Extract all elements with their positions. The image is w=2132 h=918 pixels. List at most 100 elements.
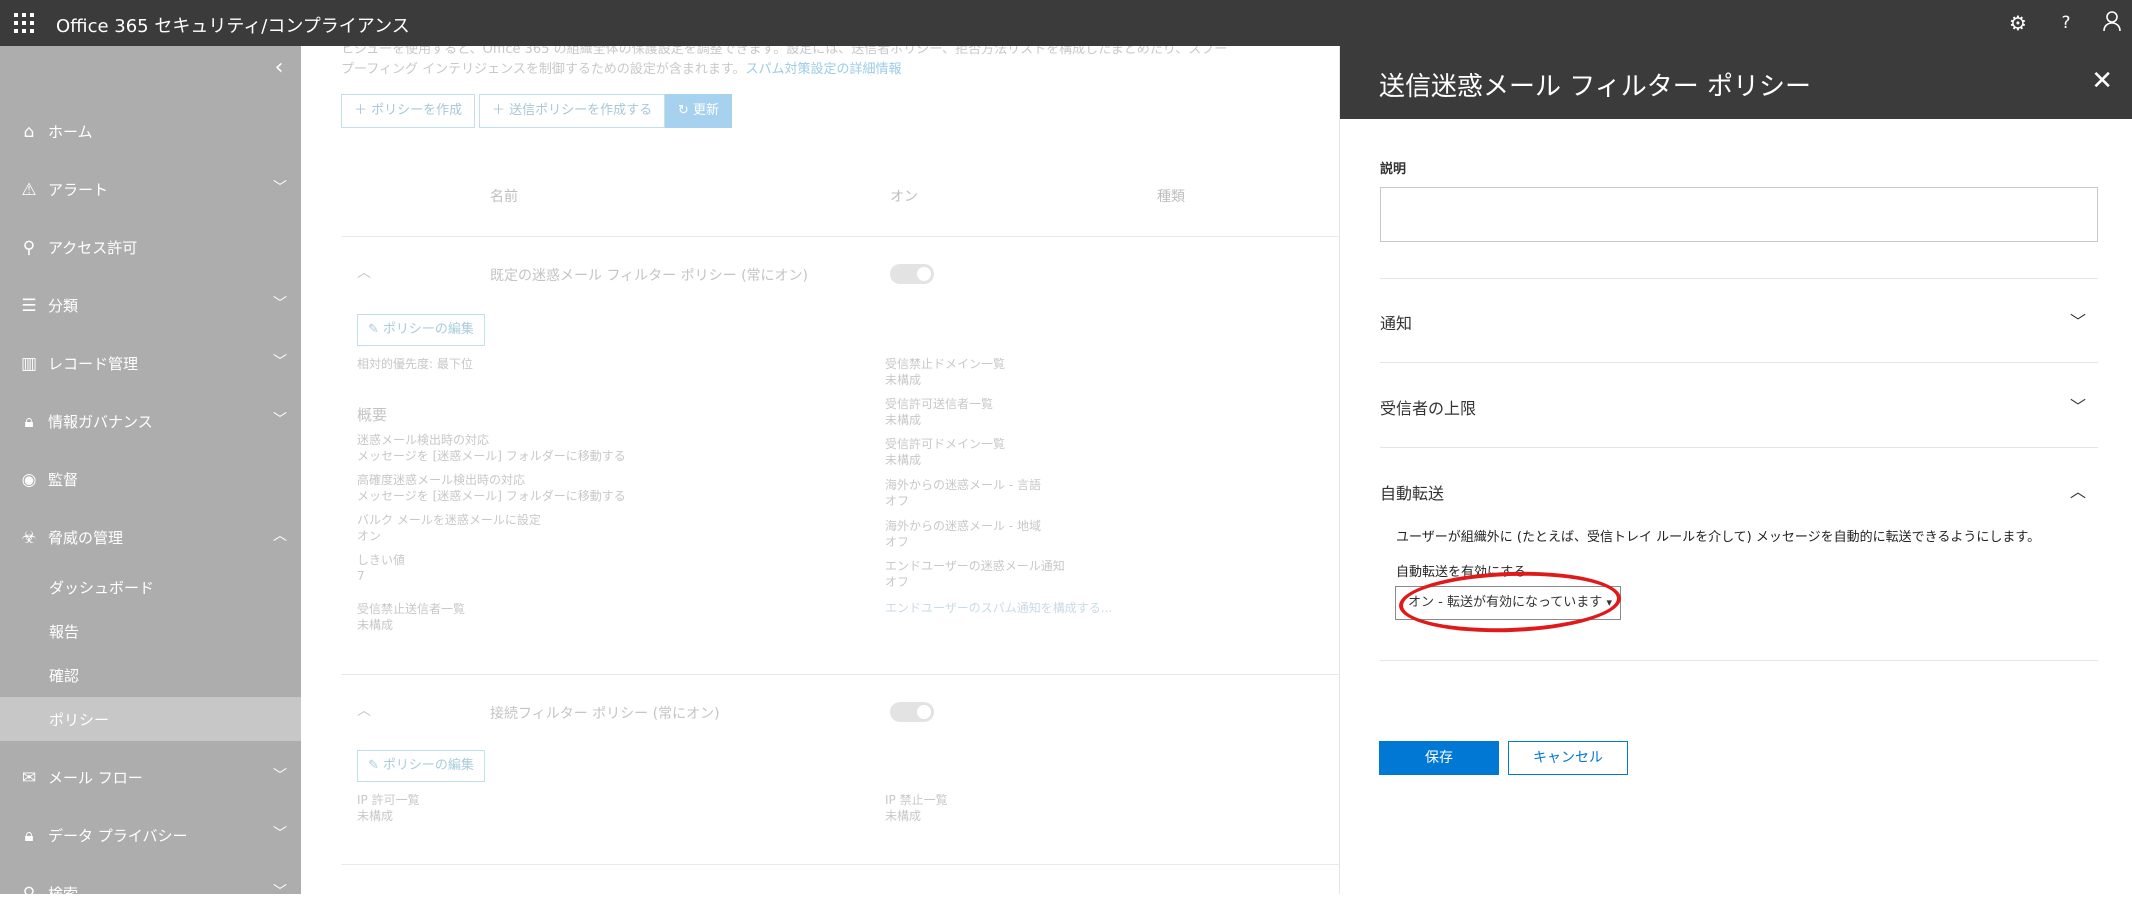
setting-key: IP 許可一覧 xyxy=(357,793,420,807)
question-icon[interactable]: ? xyxy=(2053,10,2079,36)
nav-item-data-privacy[interactable]: 🔒︎ データ プライバシー ﹀ xyxy=(0,810,301,860)
nav-item-label: レコード管理 xyxy=(48,355,139,373)
column-header-on[interactable]: オン xyxy=(890,186,918,206)
people-icon: ⚲ xyxy=(22,238,36,258)
search-icon: ⚲ xyxy=(22,884,36,904)
nav-item-supervision[interactable]: ◉ 監督 xyxy=(0,454,301,504)
nav-item-home[interactable]: ⌂ ホーム xyxy=(0,106,301,156)
setting-key: 受信禁止ドメイン一覧 xyxy=(885,357,1006,371)
save-button[interactable]: 保存 xyxy=(1379,741,1499,775)
divider xyxy=(1380,447,2098,448)
policy-priority: 相対的優先度: 最下位 xyxy=(357,357,473,371)
collapse-nav-icon[interactable]: ‹ xyxy=(269,57,289,79)
sub-item-reports[interactable]: 報告 xyxy=(0,609,301,653)
pencil-icon: ✎ xyxy=(368,758,379,773)
nav-item-threat-management[interactable]: ☣ 脅威の管理 ︿ xyxy=(0,512,301,562)
sub-item-label: ポリシー xyxy=(49,711,110,729)
setting-item: IP 禁止一覧 未構成 xyxy=(885,792,948,824)
description-label: 説明 xyxy=(1380,162,1407,177)
chevron-up-icon[interactable]: ︿ xyxy=(357,262,371,282)
nav-item-label: 分類 xyxy=(48,297,79,315)
column-header-type[interactable]: 種類 xyxy=(1157,186,1185,206)
setting-item: 海外からの迷惑メール - 言語 オフ xyxy=(885,477,1041,509)
setting-value: メッセージを [迷惑メール] フォルダーに移動する xyxy=(357,489,626,503)
policy-toggle[interactable] xyxy=(890,702,934,722)
chevron-down-icon: ﹀ xyxy=(273,826,287,842)
nav-item-label: 監督 xyxy=(48,471,79,489)
column-header-name[interactable]: 名前 xyxy=(490,186,518,206)
intro-line: プーフィング インテリジェンスを制御するための設定が含まれます。スパム対策設定の… xyxy=(341,60,1339,80)
app-launcher-icon[interactable] xyxy=(14,13,34,33)
chevron-up-icon[interactable]: ︿ xyxy=(2070,478,2086,502)
divider xyxy=(1380,660,2098,661)
setting-item: 受信禁止送信者一覧 未構成 xyxy=(357,601,465,633)
create-policy-button[interactable]: ＋ ポリシーを作成 xyxy=(341,94,476,128)
section-notifications[interactable]: 通知 xyxy=(1380,310,1412,334)
nav-item-classification[interactable]: ☰ 分類 ﹀ xyxy=(0,280,301,330)
setting-key: しきい値 xyxy=(357,553,406,567)
create-outbound-policy-button[interactable]: ＋ 送信ポリシーを作成する xyxy=(479,94,666,128)
edit-policy-button[interactable]: ✎ ポリシーの編集 xyxy=(357,750,485,782)
left-navigation: ‹ ⌂ ホーム ⚠ アラート ﹀ ⚲ アクセス許可 ☰ 分類 ﹀ ▥ レコード管… xyxy=(0,46,301,904)
nav-item-permissions[interactable]: ⚲ アクセス許可 xyxy=(0,222,301,272)
setting-key: 海外からの迷惑メール - 言語 xyxy=(885,478,1041,492)
policy-title[interactable]: 接続フィルター ポリシー (常にオン) xyxy=(490,703,720,723)
setting-item: エンドユーザーの迷惑メール通知 オフ xyxy=(885,558,1065,590)
setting-key: 海外からの迷惑メール - 地域 xyxy=(885,519,1041,533)
chevron-down-icon[interactable]: ﹀ xyxy=(2070,393,2086,417)
summary-heading: 概要 xyxy=(357,406,388,424)
pencil-icon: ✎ xyxy=(368,322,379,337)
gear-icon[interactable]: ⚙ xyxy=(2005,10,2031,36)
home-icon: ⌂ xyxy=(23,122,35,142)
refresh-button[interactable]: ↻ 更新 xyxy=(665,94,733,128)
panel-title: 送信迷惑メール フィルター ポリシー xyxy=(1379,72,1812,102)
description-field[interactable] xyxy=(1380,187,2098,242)
setting-item: 迷惑メール検出時の対応 メッセージを [迷惑メール] フォルダーに移動する xyxy=(357,432,626,464)
setting-item: バルク メールを迷惑メールに設定 オン xyxy=(357,512,541,544)
setting-value: 未構成 xyxy=(357,618,394,632)
setting-item: 受信禁止ドメイン一覧 未構成 xyxy=(885,356,1005,388)
setting-value: 7 xyxy=(357,569,365,583)
nav-item-mail-flow[interactable]: ✉ メール フロー ﹀ xyxy=(0,752,301,802)
button-label: ポリシーの編集 xyxy=(382,322,474,337)
section-recipient-limits[interactable]: 受信者の上限 xyxy=(1380,395,1476,419)
chevron-down-icon: ﹀ xyxy=(273,180,287,196)
close-icon[interactable]: ✕ xyxy=(2091,68,2113,94)
spam-settings-link[interactable]: スパム対策設定の詳細情報 xyxy=(746,62,902,77)
configure-spam-notification-link[interactable]: エンドユーザーのスパム通知を構成する... xyxy=(885,600,1112,616)
sub-item-policy[interactable]: ポリシー xyxy=(0,697,301,741)
nav-item-governance[interactable]: 🔒︎ 情報ガバナンス ﹀ xyxy=(0,396,301,446)
edit-policy-button[interactable]: ✎ ポリシーの編集 xyxy=(357,314,485,346)
intro-line: ヒジューを使用すると、Office 365 の組織全体の保護設定を調整できます。… xyxy=(341,46,1228,57)
mail-icon: ✉ xyxy=(21,768,37,788)
divider xyxy=(1380,362,2098,363)
setting-value: オフ xyxy=(885,535,910,549)
nav-item-label: メール フロー xyxy=(48,769,143,787)
nav-item-search[interactable]: ⚲ 検索 ﹀ xyxy=(0,868,301,918)
chevron-down-icon: ﹀ xyxy=(273,296,287,312)
setting-value: オン xyxy=(357,529,382,543)
divider xyxy=(341,864,1339,865)
nav-item-records[interactable]: ▥ レコード管理 ﹀ xyxy=(0,338,301,388)
section-auto-forwarding[interactable]: 自動転送 xyxy=(1380,480,1444,504)
nav-item-alerts[interactable]: ⚠ アラート ﹀ xyxy=(0,164,301,214)
setting-item: IP 許可一覧 未構成 xyxy=(357,792,420,824)
cancel-button[interactable]: キャンセル xyxy=(1508,741,1628,775)
button-label: ポリシーの編集 xyxy=(382,758,474,773)
divider xyxy=(341,236,1339,237)
person-icon[interactable] xyxy=(2099,10,2125,36)
sub-item-dashboard[interactable]: ダッシュボード xyxy=(0,565,301,609)
policy-title[interactable]: 既定の迷惑メール フィルター ポリシー (常にオン) xyxy=(490,265,808,285)
chevron-down-icon[interactable]: ﹀ xyxy=(2070,308,2086,332)
policy-toggle[interactable] xyxy=(890,264,934,284)
panel-header: 送信迷惑メール フィルター ポリシー ✕ xyxy=(1340,46,2132,119)
chevron-up-icon[interactable]: ︿ xyxy=(357,700,371,720)
setting-value: 未構成 xyxy=(885,373,922,387)
sub-item-review[interactable]: 確認 xyxy=(0,653,301,697)
records-icon: ▥ xyxy=(20,354,38,374)
setting-item: 高確度迷惑メール検出時の対応 メッセージを [迷惑メール] フォルダーに移動する xyxy=(357,472,626,504)
setting-item: しきい値 7 xyxy=(357,552,405,584)
nav-item-label: アクセス許可 xyxy=(48,239,138,257)
nav-item-label: 脅威の管理 xyxy=(48,529,124,547)
setting-value: オフ xyxy=(885,494,910,508)
